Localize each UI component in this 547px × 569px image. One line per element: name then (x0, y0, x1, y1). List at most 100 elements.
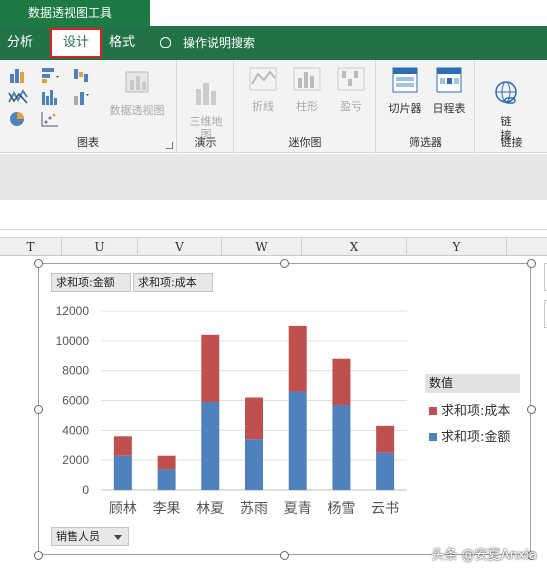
ribbon-group-tour: 三维地 图 演示 (178, 60, 234, 153)
bar-segment-cost (245, 397, 263, 440)
x-tick-label: 李果 (153, 501, 181, 517)
pivotchart-tools-label: 数据透视图工具 (0, 0, 150, 26)
column-headers: T U V W X Y (0, 237, 547, 256)
group-label-filter: 筛选器 (409, 136, 442, 149)
slicer-button[interactable]: 切片器 (383, 66, 427, 116)
bar-segment-cost (157, 455, 176, 470)
stat-chart-icon[interactable] (40, 88, 60, 106)
ribbon-group-sparklines: 折线 柱形 盈亏 迷你图 (235, 60, 376, 153)
y-tick-label: 2000 (62, 453, 89, 467)
sparkline-column-button[interactable]: 柱形 (287, 66, 327, 114)
sparkline-column-icon (293, 67, 321, 91)
globe-link-icon (495, 81, 517, 104)
dropdown-arrow-icon (114, 535, 122, 540)
resize-handle-left[interactable] (34, 405, 43, 414)
x-tick-label: 林夏 (196, 501, 224, 517)
bar-segment-amount (376, 452, 395, 490)
axis-field-label: 销售人员 (56, 530, 100, 543)
resize-handle-top-left[interactable] (34, 259, 43, 268)
bar-chart-icon[interactable] (40, 66, 60, 84)
column-header-x[interactable]: X (302, 238, 407, 256)
legend-label-amount: 求和项:金额 (441, 430, 511, 445)
y-tick-label: 12000 (56, 304, 90, 318)
formula-bar[interactable] (0, 200, 547, 230)
resize-handle-bottom-left[interactable] (34, 551, 43, 560)
excel-window: 数据透视图工具 分析 设计 格式 操作说明搜索 数据透视图 图表 三维地 图 演… (0, 0, 547, 569)
pie-chart-icon[interactable] (8, 110, 28, 128)
sparkline-column-label: 柱形 (296, 100, 318, 113)
bar-segment-cost (332, 358, 351, 405)
axis-field-button-salesperson[interactable]: 销售人员 (51, 527, 129, 546)
group-label-links: 链接 (500, 136, 523, 149)
pivotchart-button[interactable]: 数据透视图 (104, 66, 170, 118)
sparkline-winloss-button[interactable]: 盈亏 (331, 66, 371, 114)
y-tick-label: 4000 (62, 423, 89, 437)
resize-handle-top[interactable] (280, 259, 289, 268)
ribbon: 数据透视图 图表 三维地 图 演示 折线 柱形 盈亏 迷你图 切片器 日程表 筛… (0, 60, 547, 153)
group-label-tour: 演示 (194, 136, 217, 149)
timeline-icon (436, 67, 462, 93)
x-tick-label: 杨雪 (327, 501, 355, 517)
waterfall-chart-icon[interactable] (72, 66, 92, 84)
pivotchart-label: 数据透视图 (109, 104, 165, 117)
column-header-w[interactable]: W (222, 238, 302, 256)
ribbon-group-links: 链 接 链接 (476, 60, 547, 153)
bar-segment-amount (288, 391, 307, 490)
pivotchart-icon (125, 71, 149, 93)
column-header-v[interactable]: V (138, 238, 222, 256)
dialog-launcher-icon[interactable] (166, 142, 173, 149)
x-tick-label: 苏雨 (240, 501, 268, 517)
ribbon-group-filter: 切片器 日程表 筛选器 (377, 60, 475, 153)
bar-segment-amount (157, 469, 176, 490)
column-chart-icon[interactable] (8, 66, 28, 84)
tab-analyze[interactable]: 分析 (0, 26, 40, 60)
watermark-text: 头条 @安夏Anxia (431, 548, 537, 563)
sparkline-winloss-label: 盈亏 (340, 100, 362, 113)
bar-segment-cost (376, 425, 395, 453)
pivot-chart[interactable]: 求和项:金额 求和项:成本 0 2000 4000 6000 8000 10000 1200… (38, 263, 531, 555)
resize-handle-right[interactable] (527, 405, 536, 414)
column-header-y[interactable]: Y (407, 238, 507, 256)
tell-me-search[interactable]: 操作说明搜索 (160, 26, 255, 60)
bar-segment-cost (288, 325, 307, 392)
legend-title[interactable]: 数值 (425, 374, 520, 393)
line-chart-icon[interactable] (8, 88, 28, 106)
bar-segment-amount (113, 455, 132, 490)
y-tick-label: 10000 (56, 334, 90, 348)
x-tick-label: 顾林 (109, 501, 137, 517)
group-label-chart: 图表 (77, 136, 99, 149)
resize-handle-bottom[interactable] (280, 551, 289, 560)
timeline-button[interactable]: 日程表 (427, 66, 471, 116)
legend-swatch-cost (429, 407, 437, 415)
timeline-label: 日程表 (432, 102, 466, 115)
3d-map-icon (196, 83, 216, 105)
bar-segment-cost (113, 436, 132, 456)
slicer-label: 切片器 (388, 102, 422, 115)
sparkline-line-label: 折线 (252, 100, 274, 113)
x-tick-label: 云书 (371, 501, 399, 517)
sparkline-line-button[interactable]: 折线 (243, 66, 283, 114)
legend-item-amount[interactable]: 求和项:金额 (429, 426, 510, 445)
column-header-u[interactable]: U (62, 238, 138, 256)
lightbulb-icon (160, 37, 171, 48)
resize-handle-top-right[interactable] (527, 259, 536, 268)
scatter-chart-icon[interactable] (40, 110, 60, 128)
tab-format[interactable]: 格式 (102, 26, 142, 60)
slicer-icon (392, 67, 418, 93)
legend-label-cost: 求和项:成本 (441, 404, 511, 419)
combo-chart-icon[interactable] (72, 88, 92, 106)
sparkline-line-icon (249, 67, 277, 91)
group-label-sparklines: 迷你图 (288, 136, 322, 149)
x-tick-label: 夏青 (284, 501, 312, 517)
tell-me-label: 操作说明搜索 (183, 36, 256, 50)
y-tick-label: 8000 (62, 364, 89, 378)
legend-item-cost[interactable]: 求和项:成本 (429, 400, 510, 419)
ribbon-tab-bar: 分析 设计 格式 操作说明搜索 (0, 26, 547, 60)
bar-segment-cost (201, 334, 220, 402)
column-header-t[interactable]: T (0, 238, 62, 256)
bar-segment-amount (245, 439, 263, 490)
tab-design[interactable]: 设计 (50, 28, 102, 58)
y-tick-label: 0 (82, 483, 89, 497)
bar-segment-amount (201, 401, 220, 490)
bar-segment-amount (332, 404, 351, 490)
